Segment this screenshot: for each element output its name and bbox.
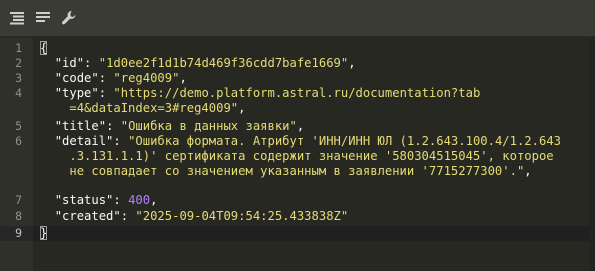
json-key: "detail" [54,134,114,148]
json-string-value-wrap: .3.131.1.1)' сертификата содержит значен… [69,149,554,163]
line-number-active: 9 [0,226,33,241]
json-string-value: "Ошибка формата. Атрибут 'ИНН/ИНН ЮЛ (1.… [128,134,561,148]
json-key: "id" [54,56,85,70]
code-line-9: } [40,226,48,241]
json-number-value: 400 [128,193,151,207]
editor-scrollbar[interactable] [589,38,595,271]
line-number: 2 [15,56,22,70]
json-key: "code" [54,71,99,85]
json-string-value-wrap: =4&dataIndex=3#reg4009" [69,101,239,115]
code-line-5: "title": "Ошибка в данных заявки", [54,119,305,133]
code-line-6-wrap-2: не совпадает со значением указанным в за… [69,164,532,178]
line-number: 4 [15,86,22,100]
json-key: "created" [54,209,121,223]
code-line-6: "detail": "Ошибка формата. Атрибут 'ИНН/… [54,134,561,148]
code-line-1: { [40,41,48,56]
json-string-value: "Ошибка в данных заявки" [120,119,297,133]
line-number: 5 [15,119,22,133]
json-key: "title" [54,119,107,133]
code-line-2: "id": "1d0ee2f1d1b74d469f36cdd7bafe1669"… [54,56,356,70]
code-line-4-wrap: =4&dataIndex=3#reg4009", [69,101,246,115]
line-number: 8 [15,209,22,223]
json-string-value: "reg4009" [113,71,180,85]
code-line-3: "code": "reg4009", [54,71,187,85]
json-string-value: "1d0ee2f1d1b74d469f36cdd7bafe1669" [98,56,349,70]
settings-button[interactable] [58,7,80,29]
line-number: 7 [15,193,22,207]
open-brace: { [40,41,48,55]
code-editor[interactable]: 1 2 3 4 5 6 7 8 9 { "id": "1d0ee2f1d1b74… [0,38,595,271]
json-key: "type" [54,86,99,100]
json-viewer-window: 1 2 3 4 5 6 7 8 9 { "id": "1d0ee2f1d1b74… [0,0,595,271]
line-number: 1 [15,41,22,55]
json-string-value: "2025-09-04T09:54:25.433838Z" [135,209,349,223]
json-key: "status" [54,193,114,207]
code-line-4: "type": "https://demo.platform.astral.ru… [54,86,481,100]
format-json-button[interactable] [6,7,28,29]
code-line-6-wrap-1: .3.131.1.1)' сертификата содержит значен… [40,149,554,164]
toolbar [0,0,595,37]
wrench-icon [62,11,76,25]
code-line-7: "status": 400, [54,193,158,207]
line-number: 3 [15,71,22,85]
line-number: 6 [15,134,22,148]
compact-json-button[interactable] [32,7,54,29]
json-string-value-wrap: не совпадает со значением указанным в за… [69,164,525,178]
compact-lines-icon [36,12,50,22]
active-line-highlight [0,226,589,241]
close-brace: } [40,226,48,240]
code-line-8: "created": "2025-09-04T09:54:25.433838Z" [54,209,349,223]
format-align-icon [10,12,24,25]
json-string-value: "https://demo.platform.astral.ru/documen… [113,86,481,100]
